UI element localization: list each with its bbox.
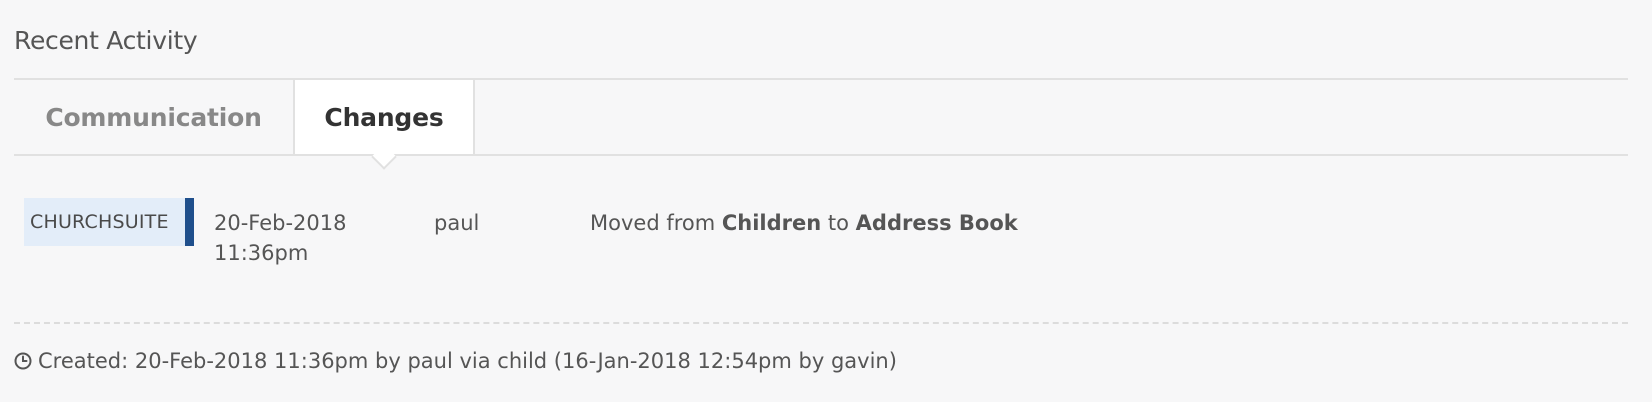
description-prefix: Moved from xyxy=(590,211,722,235)
description-to: Address Book xyxy=(855,211,1018,235)
activity-time: 11:36pm xyxy=(214,241,309,265)
description-from: Children xyxy=(721,211,822,235)
created-footer: Created: 20-Feb-2018 11:36pm by paul via… xyxy=(14,346,897,376)
activity-datetime: 20-Feb-2018 11:36pm xyxy=(214,208,347,268)
source-badge: CHURCHSUITE xyxy=(24,198,194,246)
divider xyxy=(14,322,1628,324)
section-title: Recent Activity xyxy=(14,26,198,55)
activity-row: CHURCHSUITE 20-Feb-2018 11:36pm paul Mov… xyxy=(24,198,1624,278)
activity-description: Moved from Children to Address Book xyxy=(590,208,1018,238)
tab-communication[interactable]: Communication xyxy=(14,80,295,154)
description-middle: to xyxy=(821,211,856,235)
clock-icon xyxy=(14,352,32,370)
activity-user: paul xyxy=(434,211,480,235)
activity-date: 20-Feb-2018 xyxy=(214,211,347,235)
tab-changes[interactable]: Changes xyxy=(295,80,475,154)
activity-tabs: Communication Changes xyxy=(14,78,1628,156)
created-text: Created: 20-Feb-2018 11:36pm by paul via… xyxy=(38,349,897,373)
